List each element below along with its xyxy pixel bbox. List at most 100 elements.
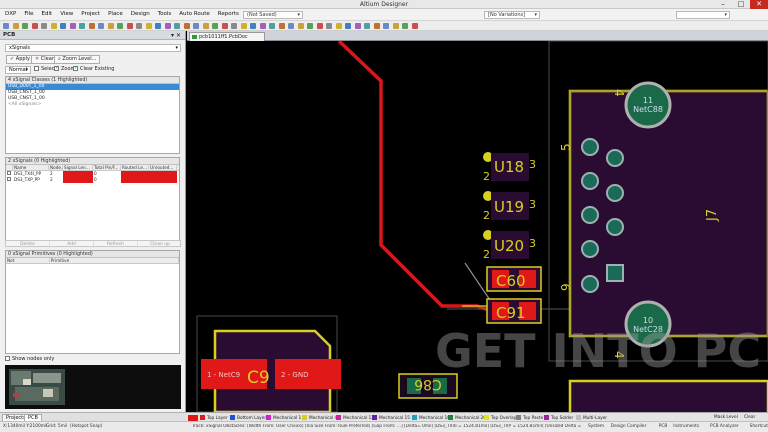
signal-col-header[interactable]: Signal Len... <box>63 165 93 170</box>
toolbar-tool-icon[interactable] <box>41 23 47 29</box>
toolbar-tool-icon[interactable] <box>155 23 161 29</box>
toolbar-tool-icon[interactable] <box>345 23 351 29</box>
toolbar-tool-icon[interactable] <box>212 23 218 29</box>
menu-place[interactable]: Place <box>105 11 126 17</box>
toolbar-tool-icon[interactable] <box>22 23 28 29</box>
menu-dxp[interactable]: DXP <box>2 11 19 17</box>
saved-state-combo[interactable]: (Not Saved) <box>243 11 303 19</box>
status-panel-button[interactable]: Instruments <box>673 424 699 430</box>
toolbar-tool-icon[interactable] <box>307 23 313 29</box>
toolbar-tool-icon[interactable] <box>316 23 323 29</box>
panel-type-select[interactable]: xSignals <box>5 44 181 52</box>
u18-footprint[interactable]: U18 3 2 <box>483 152 536 183</box>
clear-existing-checkbox[interactable]: Clear Existing <box>73 65 114 73</box>
c91-footprint[interactable]: C91 <box>486 298 542 324</box>
status-panel-button[interactable]: System <box>588 424 604 430</box>
toolbar-tool-icon[interactable] <box>145 23 152 29</box>
toolbar-tool-icon[interactable] <box>98 23 104 29</box>
delete-button[interactable]: Delete <box>6 241 50 248</box>
menu-file[interactable]: File <box>21 11 36 17</box>
class-list-item[interactable]: <All xSignals> <box>6 102 179 108</box>
toolbar-tool-icon[interactable] <box>164 23 171 29</box>
refresh-button[interactable]: Refresh <box>94 241 138 248</box>
toolbar-tool-icon[interactable] <box>278 23 285 29</box>
mask-combo[interactable] <box>676 11 730 19</box>
toolbar-tool-icon[interactable] <box>335 23 342 29</box>
toolbar-tool-icon[interactable] <box>354 23 361 29</box>
status-panel-button[interactable]: Shortcuts <box>750 424 768 430</box>
pin-icon[interactable]: ▾ ✕ <box>171 31 181 40</box>
toolbar-tool-icon[interactable] <box>117 23 123 29</box>
toolbar-tool-icon[interactable] <box>174 23 180 29</box>
status-panel-button[interactable]: PCB Analyzer <box>710 424 739 430</box>
clear-icon: ✕ <box>35 56 40 62</box>
toolbar-tool-icon[interactable] <box>231 23 237 29</box>
toolbar-tool-icon[interactable] <box>402 23 408 29</box>
mode-select[interactable]: Normal <box>5 66 31 74</box>
signal-col-header[interactable] <box>6 165 13 170</box>
toolbar-tool-icon[interactable] <box>79 23 85 29</box>
menu-project[interactable]: Project <box>78 11 103 17</box>
u20-footprint[interactable]: U20 3 2 <box>483 230 536 261</box>
toolbar-tool-icon[interactable] <box>269 23 275 29</box>
tab-pcb-document[interactable]: pcb1011ff1.PcbDoc <box>189 32 265 41</box>
add-button[interactable]: Add <box>50 241 94 248</box>
variations-combo[interactable]: [No Variations] <box>484 11 540 19</box>
toolbar-tool-icon[interactable] <box>383 23 389 29</box>
menu-auto-route[interactable]: Auto Route <box>176 11 212 17</box>
toolbar-tool-icon[interactable] <box>259 23 266 29</box>
menu-edit[interactable]: Edit <box>39 11 56 17</box>
toolbar-tool-icon[interactable] <box>3 23 9 29</box>
menu-reports[interactable]: Reports <box>215 11 242 17</box>
table-row[interactable]: DS3_TXP_PP 2 0 <box>6 177 179 183</box>
toolbar-tool-icon[interactable] <box>221 23 228 29</box>
toolbar-tool-icon[interactable] <box>193 23 199 29</box>
toolbar-tool-icon[interactable] <box>69 23 76 29</box>
close-button[interactable]: ✕ <box>750 0 768 9</box>
toolbar-tool-icon[interactable] <box>288 23 294 29</box>
signal-col-header[interactable]: Total Pin/F... <box>93 165 121 170</box>
toolbar-tool-icon[interactable] <box>88 23 95 29</box>
clean-up-button[interactable]: Clean up <box>138 241 182 248</box>
minimize-button[interactable]: – <box>714 0 732 9</box>
toolbar-tool-icon[interactable] <box>50 23 57 29</box>
status-panel-button[interactable]: PCB <box>659 424 668 430</box>
signal-col-header[interactable]: Unrouted... <box>149 165 177 170</box>
toolbar-tool-icon[interactable] <box>60 23 66 29</box>
u19-footprint[interactable]: U19 3 2 <box>483 191 536 222</box>
toolbar-tool-icon[interactable] <box>31 23 38 29</box>
pcb-canvas[interactable]: 11 NetC88 10 NetC28 5 9 4 4 J7 U18 3 2 U… <box>187 41 768 412</box>
board-minimap[interactable] <box>5 365 181 409</box>
toolbar-tool-icon[interactable] <box>373 23 380 29</box>
j7-pin <box>606 218 624 236</box>
toolbar-tool-icon[interactable] <box>107 23 114 29</box>
toolbar-tool-icon[interactable] <box>297 23 304 29</box>
prim-col-primitive[interactable]: Primitive <box>50 258 179 263</box>
apply-button[interactable]: ✔ Apply <box>6 55 34 64</box>
toolbar-tool-icon[interactable] <box>392 23 399 29</box>
c9-footprint[interactable]: 1 - NetC9 2 - GND C9 <box>196 315 341 412</box>
toolbar-tool-icon[interactable] <box>183 23 190 29</box>
c60-footprint[interactable]: C60 <box>486 266 542 292</box>
menu-view[interactable]: View <box>57 11 76 17</box>
menu-tools[interactable]: Tools <box>155 11 175 17</box>
signal-col-header[interactable]: Name <box>13 165 49 170</box>
toolbar-tool-icon[interactable] <box>240 23 247 29</box>
toolbar-tool-icon[interactable] <box>136 23 142 29</box>
menu-design[interactable]: Design <box>128 11 153 17</box>
show-nodes-only-checkbox[interactable]: Show nodes only <box>5 356 54 363</box>
zoom-level-button[interactable]: ⌕ Zoom Level... <box>54 55 101 64</box>
maximize-button[interactable]: □ <box>732 0 750 9</box>
signal-col-header[interactable]: Node... <box>49 165 63 170</box>
toolbar-tool-icon[interactable] <box>411 23 418 29</box>
toolbar-tool-icon[interactable] <box>364 23 370 29</box>
prim-col-net[interactable]: Net <box>6 258 50 263</box>
toolbar-tool-icon[interactable] <box>250 23 256 29</box>
status-panel-button[interactable]: Design Compiler <box>611 424 647 430</box>
signal-col-header[interactable]: Routed Le... <box>121 165 149 170</box>
pcb-board-drawing[interactable]: 11 NetC88 10 NetC28 5 9 4 4 J7 U18 3 2 U… <box>187 41 768 412</box>
toolbar-tool-icon[interactable] <box>202 23 209 29</box>
toolbar-tool-icon[interactable] <box>326 23 332 29</box>
toolbar-tool-icon[interactable] <box>12 23 19 29</box>
toolbar-tool-icon[interactable] <box>126 23 133 29</box>
